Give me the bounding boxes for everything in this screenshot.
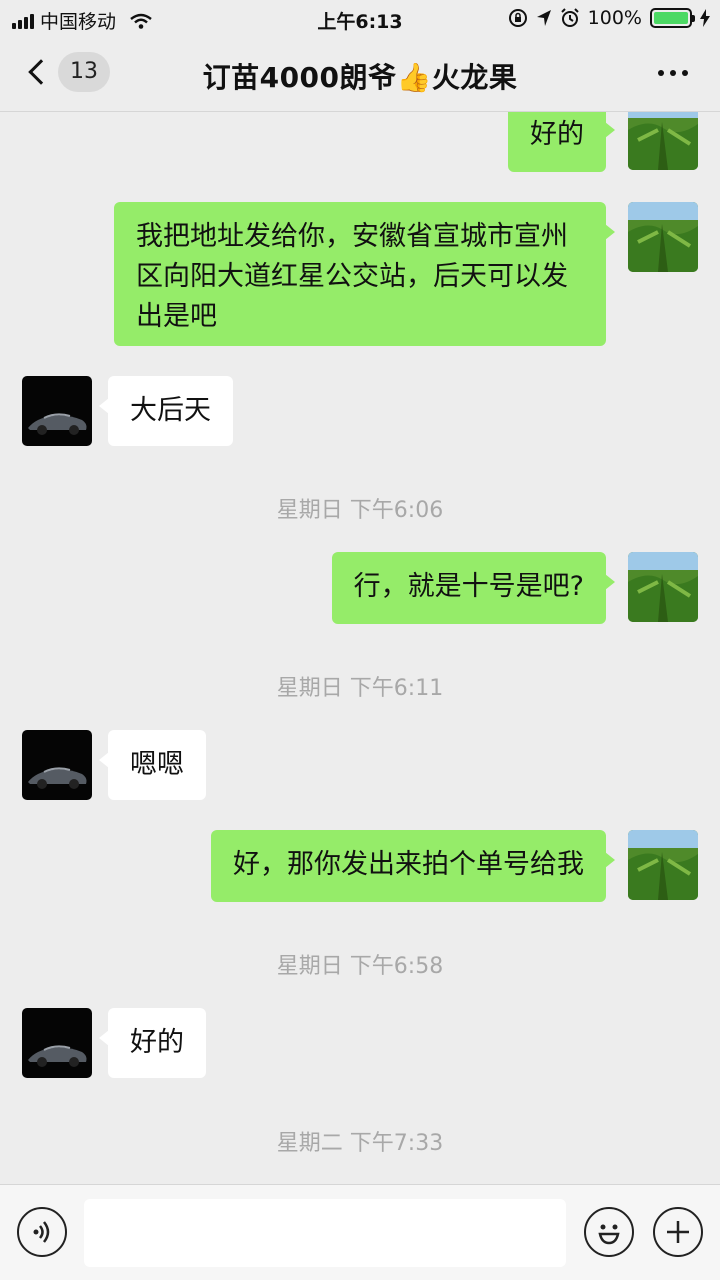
message-input[interactable] xyxy=(84,1199,566,1267)
my-avatar[interactable] xyxy=(628,552,698,622)
my-avatar[interactable] xyxy=(628,202,698,272)
timestamp: 星期日 下午6:06 xyxy=(276,498,444,523)
plus-icon xyxy=(667,1221,689,1243)
timestamp: 星期日 下午6:11 xyxy=(276,676,444,701)
chevron-left-icon xyxy=(28,59,54,85)
emoji-icon xyxy=(598,1224,620,1245)
contact-message-bubble[interactable]: 好的 xyxy=(99,1008,206,1078)
contact-message-bubble[interactable]: 嗯嗯 xyxy=(99,730,206,800)
rotation-lock-icon xyxy=(508,9,527,27)
message-list[interactable]: 好的 我把地址发给你，安徽省宣城市宣州区向阳大道红星公交站，后天可以发出是吧 大… xyxy=(0,112,720,1184)
more-options-button[interactable] xyxy=(658,70,688,76)
contact-avatar[interactable] xyxy=(22,730,92,800)
emoji-button[interactable] xyxy=(584,1207,634,1257)
contact-avatar[interactable] xyxy=(22,376,92,446)
timestamp: 星期日 下午6:58 xyxy=(276,954,444,979)
my-message-bubble[interactable]: 我把地址发给你，安徽省宣城市宣州区向阳大道红星公交站，后天可以发出是吧 xyxy=(114,202,615,346)
message-text: 嗯嗯 xyxy=(130,749,184,780)
status-bar: 中国移动 上午6:13 100% xyxy=(0,0,720,36)
my-avatar[interactable] xyxy=(628,830,698,900)
my-avatar[interactable] xyxy=(628,112,698,170)
my-message-bubble[interactable]: 行，就是十号是吧? xyxy=(331,552,616,624)
message-text: 好的 xyxy=(130,1027,184,1058)
my-message-bubble[interactable]: 好，那你发出来拍个单号给我 xyxy=(211,830,615,902)
message-text: 行，就是十号是吧? xyxy=(353,571,584,602)
battery-percent: 100% xyxy=(587,7,642,29)
alarm-icon xyxy=(560,8,579,27)
message-text: 好，那你发出来拍个单号给我 xyxy=(233,849,584,880)
charging-icon xyxy=(700,9,710,27)
voice-button[interactable] xyxy=(17,1207,67,1257)
message-text: 大后天 xyxy=(130,395,211,426)
chat-title: 订苗4000朗爷👍火龙果 xyxy=(202,61,518,94)
location-icon xyxy=(536,10,551,26)
battery-icon xyxy=(650,8,695,28)
back-button[interactable]: 13 xyxy=(22,52,110,92)
message-text: 好的 xyxy=(530,119,584,150)
more-functions-button[interactable] xyxy=(653,1207,703,1257)
chat-header: 13 订苗4000朗爷👍火龙果 xyxy=(0,36,720,112)
unread-count-badge: 13 xyxy=(58,52,110,92)
timestamp: 星期二 下午7:33 xyxy=(276,1131,444,1156)
message-text: 我把地址发给你，安徽省宣城市宣州区向阳大道红星公交站，后天可以发出是吧 xyxy=(136,221,568,332)
input-bar xyxy=(0,1184,720,1280)
contact-message-bubble[interactable]: 大后天 xyxy=(99,376,233,446)
contact-avatar[interactable] xyxy=(22,1008,92,1078)
my-message-bubble[interactable]: 好的 xyxy=(508,112,615,172)
voice-icon xyxy=(33,1221,50,1243)
